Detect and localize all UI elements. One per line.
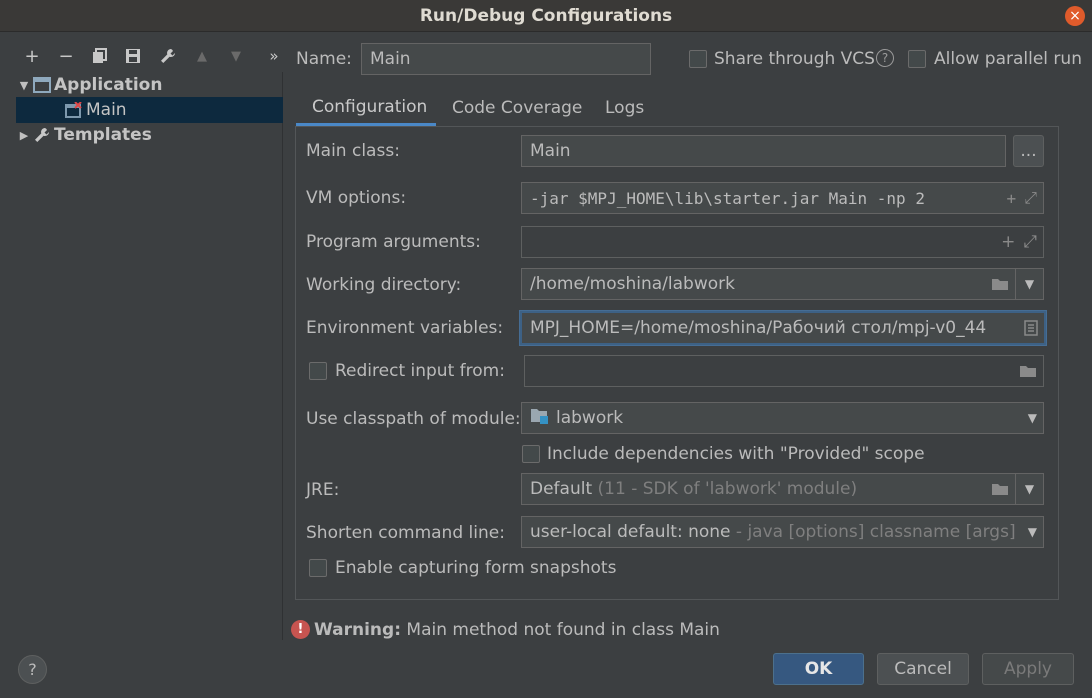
folder-icon[interactable]: [991, 474, 1009, 504]
warning-message: Warning: Main method not found in class …: [314, 620, 720, 640]
tree-item-application[interactable]: ▼ Application: [16, 72, 283, 98]
redirect-input-checkbox[interactable]: [309, 362, 327, 380]
warning-text: Main method not found in class Main: [406, 620, 720, 640]
classpath-module-label: Use classpath of module:: [306, 409, 521, 429]
vm-options-field[interactable]: -jar $MPJ_HOME\lib\starter.jar Main -np …: [521, 182, 1044, 214]
enable-snapshots-label: Enable capturing form snapshots: [335, 558, 617, 578]
wrench-icon[interactable]: [156, 44, 180, 68]
folder-icon[interactable]: [991, 269, 1009, 299]
tab-code-coverage[interactable]: Code Coverage: [436, 90, 598, 126]
working-directory-label: Working directory:: [306, 275, 462, 295]
classpath-module-select[interactable]: labwork ▼: [521, 402, 1044, 434]
configuration-tree[interactable]: ▼ Application Main ▶ Templates: [16, 72, 283, 640]
browse-main-class-button[interactable]: ...: [1013, 135, 1044, 167]
tree-item-main[interactable]: Main: [16, 97, 283, 123]
plus-icon[interactable]: +: [1007, 189, 1017, 208]
tab-configuration[interactable]: Configuration: [296, 90, 436, 126]
environment-variables-label: Environment variables:: [306, 318, 504, 338]
collapse-arrow-icon[interactable]: ▶: [16, 129, 32, 142]
redirect-input-label: Redirect input from:: [335, 361, 505, 381]
redirect-input-field[interactable]: [524, 355, 1044, 387]
expand-arrow-icon[interactable]: ▼: [16, 79, 32, 92]
jre-dropdown[interactable]: ▼: [1015, 473, 1044, 505]
include-dependencies-label: Include dependencies with "Provided" sco…: [547, 444, 925, 464]
program-arguments-label: Program arguments:: [306, 232, 481, 252]
name-label: Name:: [296, 49, 352, 69]
ok-button[interactable]: OK: [773, 653, 864, 685]
close-icon[interactable]: ×: [1065, 6, 1085, 26]
main-class-label: Main class:: [306, 141, 400, 161]
plus-icon[interactable]: +: [20, 44, 44, 68]
tree-item-label: Application: [54, 75, 163, 95]
tree-item-label: Templates: [54, 125, 152, 145]
jre-field[interactable]: Default (11 - SDK of 'labwork' module): [521, 473, 1016, 505]
main-class-field[interactable]: Main: [521, 135, 1006, 167]
working-directory-dropdown[interactable]: ▼: [1015, 268, 1044, 300]
chevron-down-icon[interactable]: ▼: [1028, 517, 1037, 547]
jre-label: JRE:: [306, 480, 340, 500]
program-arguments-field[interactable]: + ⤢: [521, 226, 1044, 258]
working-directory-field[interactable]: /home/moshina/labwork: [521, 268, 1016, 300]
shorten-command-line-select[interactable]: user-local default: none - java [options…: [521, 516, 1044, 548]
vm-options-label: VM options:: [306, 188, 407, 208]
tree-item-templates[interactable]: ▶ Templates: [16, 122, 283, 148]
cancel-button[interactable]: Cancel: [877, 653, 969, 685]
tab-logs[interactable]: Logs: [589, 90, 660, 126]
window-title-bar: Run/Debug Configurations: [0, 0, 1092, 32]
expand-icon[interactable]: ⤢: [1024, 188, 1037, 208]
copy-icon[interactable]: [88, 44, 112, 68]
warning-prefix: Warning:: [314, 620, 402, 640]
application-error-icon: [64, 100, 84, 120]
share-vcs-label: Share through VCS: [714, 49, 875, 69]
enable-snapshots-checkbox[interactable]: [309, 559, 327, 577]
chevron-down-icon[interactable]: ▼: [1028, 403, 1037, 433]
double-chevron-icon[interactable]: »: [262, 44, 286, 68]
help-button[interactable]: ?: [18, 655, 47, 684]
help-icon[interactable]: ?: [876, 49, 894, 67]
arrow-up-icon[interactable]: ▲: [190, 44, 214, 68]
edit-variables-icon[interactable]: [1024, 313, 1038, 343]
shorten-command-line-label: Shorten command line:: [306, 523, 505, 543]
plus-icon[interactable]: +: [1001, 232, 1015, 252]
apply-button[interactable]: Apply: [982, 653, 1074, 685]
expand-icon[interactable]: ⤢: [1023, 232, 1037, 252]
environment-variables-field[interactable]: MPJ_HOME=/home/moshina/Рабочий стол/mpj-…: [520, 311, 1046, 345]
allow-parallel-label: Allow parallel run: [934, 49, 1082, 69]
window-title: Run/Debug Configurations: [419, 5, 673, 26]
name-field[interactable]: Main: [361, 43, 651, 75]
save-icon[interactable]: [121, 44, 145, 68]
tree-item-label: Main: [86, 100, 127, 120]
arrow-down-icon[interactable]: ▼: [224, 44, 248, 68]
include-dependencies-checkbox[interactable]: [522, 445, 540, 463]
error-icon: !: [291, 620, 310, 639]
module-folder-icon: [530, 407, 550, 430]
share-vcs-checkbox[interactable]: [689, 50, 707, 68]
application-icon: [32, 75, 52, 95]
minus-icon[interactable]: −: [54, 44, 78, 68]
wrench-icon: [32, 125, 52, 145]
allow-parallel-checkbox[interactable]: [908, 50, 926, 68]
folder-icon[interactable]: [1019, 356, 1037, 386]
